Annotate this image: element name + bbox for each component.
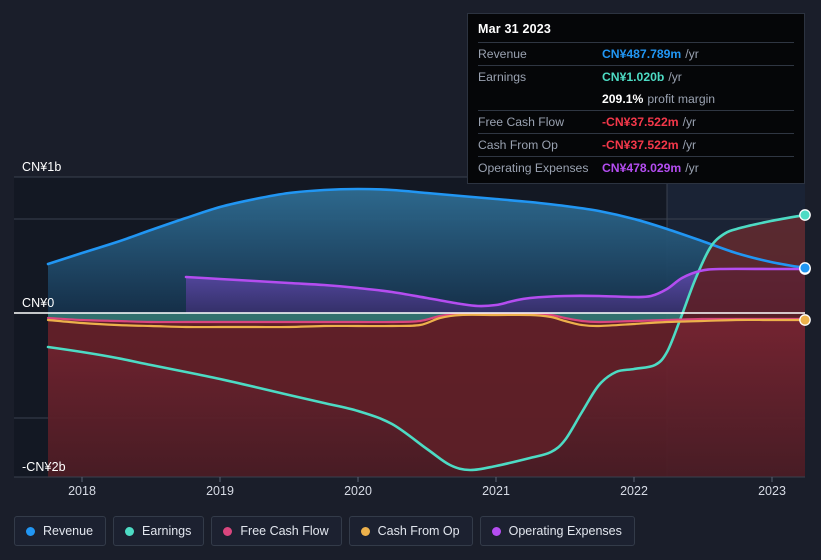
tooltip-row-value: 209.1% (602, 92, 644, 106)
tooltip-row-value: CN¥487.789m (602, 47, 682, 61)
x-axis-tick-label: 2019 (206, 484, 234, 498)
legend-item-label: Earnings (142, 524, 192, 538)
tooltip-row-label: Revenue (478, 47, 527, 61)
tooltip-row: Operating Expenses CN¥478.029m/yr (478, 156, 794, 179)
y-axis-tick-label: -CN¥2b (22, 460, 66, 474)
tooltip-row: 209.1% profit margin (478, 88, 794, 110)
legend-item-label: Cash From Op (377, 524, 460, 538)
legend-item-earnings[interactable]: Earnings (113, 516, 205, 546)
x-axis-tick-label: 2021 (482, 484, 510, 498)
tooltip-row-label: Cash From Op (478, 138, 558, 152)
tooltip-date: Mar 31 2023 (478, 22, 552, 36)
tooltip-row-value-wrap: CN¥478.029m/yr (602, 159, 699, 177)
tooltip-row-value: CN¥1.020b (602, 70, 665, 84)
tooltip-row-unit: /yr (682, 115, 697, 129)
tooltip-row-value-wrap: 209.1% profit margin (602, 90, 715, 108)
endpoint-marker-cash-from-op (799, 314, 811, 326)
tooltip-row-value: -CN¥37.522m (602, 115, 679, 129)
x-axis-tick-label: 2020 (344, 484, 372, 498)
legend-item-operating-expenses[interactable]: Operating Expenses (479, 516, 635, 546)
y-axis-tick-label: CN¥0 (22, 296, 55, 310)
legend-item-label: Revenue (43, 524, 94, 538)
legend-color-dot-icon (125, 526, 135, 536)
x-axis-tick-label: 2022 (620, 484, 648, 498)
financial-chart-page: CN¥1b CN¥0 -CN¥2b 2018 2019 2020 2021 2022 2023… (0, 0, 821, 560)
tooltip-row-unit: /yr (685, 161, 699, 175)
tooltip-row-unit: /yr (682, 138, 697, 152)
tooltip-row-unit: /yr (668, 70, 682, 84)
legend-item-cash-from-op[interactable]: Cash From Op (348, 516, 473, 546)
tooltip-row-value-wrap: CN¥1.020b/yr (602, 68, 682, 86)
tooltip-row: Revenue CN¥487.789m/yr (478, 42, 794, 65)
legend-item-free-cash-flow[interactable]: Free Cash Flow (211, 516, 342, 546)
tooltip-row: Free Cash Flow -CN¥37.522m/yr (478, 110, 794, 133)
tooltip-row-unit: profit margin (647, 92, 716, 106)
chart-legend: Revenue Earnings Free Cash Flow Cash From O… (0, 510, 821, 552)
endpoint-marker-revenue (799, 262, 811, 274)
tooltip-row-value-wrap: CN¥487.789m/yr (602, 45, 699, 63)
tooltip-row-label: Earnings (478, 70, 527, 84)
legend-color-dot-icon (26, 526, 35, 536)
x-axis-tick-label: 2018 (68, 484, 96, 498)
legend-color-dot-icon (360, 526, 370, 536)
legend-item-revenue[interactable]: Revenue (14, 516, 107, 546)
x-axis-tick-label: 2023 (758, 484, 786, 498)
data-tooltip: Mar 31 2023 Revenue CN¥487.789m/yr Earning… (467, 13, 805, 184)
tooltip-row: Cash From Op -CN¥37.522m/yr (478, 133, 794, 156)
tooltip-row-value-wrap: -CN¥37.522m/yr (602, 136, 696, 154)
tooltip-rows: Revenue CN¥487.789m/yr Earnings CN¥1.020b/y… (478, 42, 794, 179)
tooltip-row-value: -CN¥37.522m (602, 138, 679, 152)
legend-color-dot-icon (491, 526, 501, 536)
y-axis-tick-label: CN¥1b (22, 160, 62, 174)
tooltip-row-value: CN¥478.029m (602, 161, 682, 175)
tooltip-row-label: Free Cash Flow (478, 115, 565, 129)
tooltip-row-value-wrap: -CN¥37.522m/yr (602, 113, 696, 131)
tooltip-row-label: Operating Expenses (478, 161, 589, 175)
endpoint-marker-earnings (799, 209, 811, 221)
tooltip-row-unit: /yr (685, 47, 699, 61)
tooltip-row: Earnings CN¥1.020b/yr (478, 65, 794, 88)
legend-item-label: Operating Expenses (508, 524, 622, 538)
legend-item-label: Free Cash Flow (240, 524, 329, 538)
legend-color-dot-icon (223, 526, 233, 536)
